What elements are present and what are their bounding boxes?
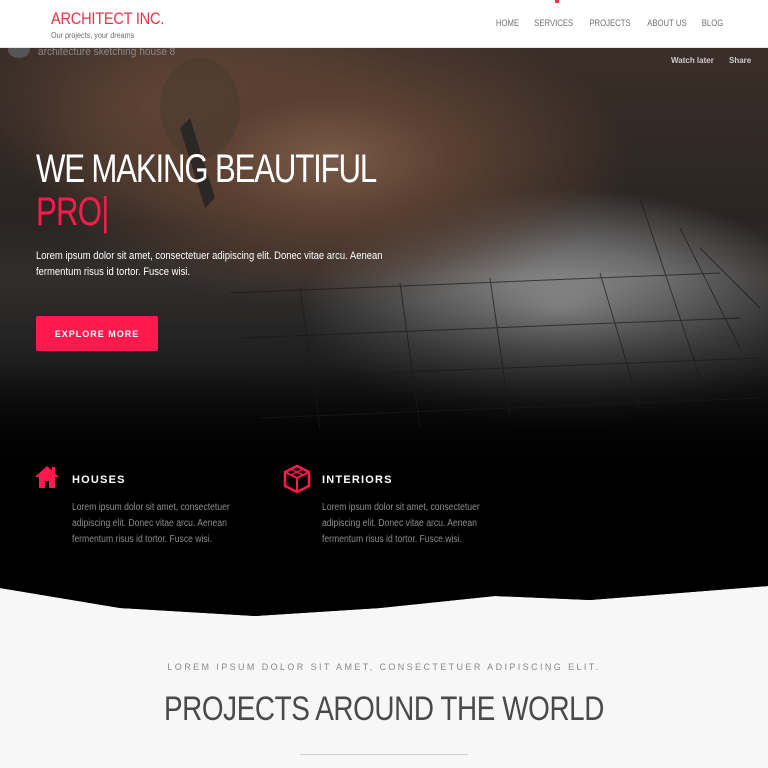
hero-headline: WE MAKING BEAUTIFUL xyxy=(36,147,377,191)
home-icon xyxy=(35,466,59,488)
projects-title: PROJECTS AROUND THE WORLD xyxy=(163,690,605,728)
feature-text-line: Lorem ipsum dolor sit amet, consectetuer xyxy=(322,502,480,513)
feature-text-line: fermentum risus id tortor. Fusce wisi. xyxy=(72,534,213,545)
nav-item-home[interactable]: HOME xyxy=(491,18,523,28)
brand-tagline: Our projects, your dreams xyxy=(51,31,135,40)
feature-title: HOUSES xyxy=(72,474,126,486)
brand-name[interactable]: ARCHITECT INC. xyxy=(51,9,164,29)
feature-text-line: fermentum risus id tortor. Fusce.wisi. xyxy=(322,534,463,545)
explore-more-button[interactable]: EXPLORE MORE xyxy=(36,316,158,351)
nav-item-about-us[interactable]: ABOUT US xyxy=(643,18,691,28)
share-button[interactable]: Share xyxy=(729,56,751,65)
feature-text-line: Lorem ipsum dolor sit amet, consectetuer xyxy=(72,502,230,513)
cube-icon xyxy=(283,464,311,494)
feature-text-line: adipiscing elit. Donec vitae arcu. Aenea… xyxy=(322,518,477,529)
hero-description: Lorem ipsum dolor sit amet, consectetuer… xyxy=(36,248,383,280)
brand[interactable]: ARCHITECT INC. Our projects, your dreams xyxy=(51,9,183,40)
feature-text: Lorem ipsum dolor sit amet, consectetuer… xyxy=(72,500,244,548)
hero-text-line: fermentum risus id tortor. Fusce wisi. xyxy=(36,266,191,278)
projects-subtitle: LOREM IPSUM DOLOR SIT AMET, CONSECTETUER… xyxy=(167,662,601,672)
watch-later-button[interactable]: Watch later xyxy=(671,56,714,65)
main-nav: HOME SERVICES PROJECTS ABOUT US BLOG xyxy=(489,18,730,28)
hero-text-line: Lorem ipsum dolor sit amet, consectetuer… xyxy=(36,250,383,262)
nav-item-services[interactable]: SERVICES xyxy=(530,18,578,28)
site-header: ARCHITECT INC. Our projects, your dreams… xyxy=(0,0,768,48)
feature-title: INTERIORS xyxy=(322,474,393,486)
nav-item-blog[interactable]: BLOG xyxy=(697,18,727,28)
nav-item-projects[interactable]: PROJECTS xyxy=(585,18,635,28)
hero-section: architecture sketching house 8 Watch lat… xyxy=(0,48,768,618)
title-divider xyxy=(300,754,468,755)
feature-text: Lorem ipsum dolor sit amet, consectetuer… xyxy=(322,500,494,548)
section-divider xyxy=(0,578,768,628)
accent-mark xyxy=(555,0,559,3)
projects-section: LOREM IPSUM DOLOR SIT AMET, CONSECTETUER… xyxy=(0,630,768,768)
feature-text-line: adipiscing elit. Donec vitae arcu. Aenea… xyxy=(72,518,227,529)
video-title[interactable]: architecture sketching house 8 xyxy=(38,48,175,58)
hero-typed-text: PRO| xyxy=(36,190,109,234)
